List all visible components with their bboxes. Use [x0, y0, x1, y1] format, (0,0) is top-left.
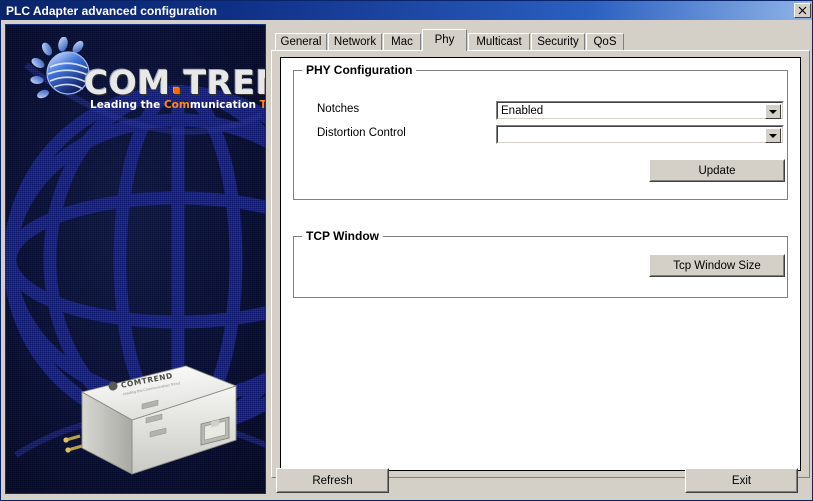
notches-value: Enabled — [501, 105, 544, 117]
tcp-window-size-button-label: Tcp Window Size — [650, 255, 784, 276]
tagline-middle: munication — [189, 99, 260, 111]
close-icon — [795, 3, 810, 18]
distortion-control-dropdown-inner — [497, 126, 783, 143]
tab-general[interactable]: General — [275, 33, 327, 51]
logo-wordmark: COM.TREND — [84, 63, 265, 102]
tagline-accent-com: Com — [163, 99, 190, 111]
branding-panel: COM.TREND Leading the Communication Tren… — [5, 24, 266, 494]
logo-tagline: Leading the Communication Trend — [90, 99, 266, 111]
distortion-control-dropdown[interactable] — [496, 125, 784, 144]
tab-strip: General Network Mac Phy Multicast Securi… — [271, 29, 810, 51]
tcp-window-size-button[interactable]: Tcp Window Size — [649, 254, 785, 277]
tagline-prefix: Leading the — [90, 99, 164, 111]
tab-page-phy: PHY Configuration Notches Enabled Distor… — [271, 50, 810, 478]
tab-network[interactable]: Network — [328, 33, 382, 51]
tagline-accent-trend: Trend — [259, 99, 266, 111]
tab-qos[interactable]: QoS — [586, 33, 624, 51]
comtrend-logo: COM.TREND Leading the Communication Tren… — [24, 33, 265, 133]
exit-button-label: Exit — [686, 469, 797, 492]
title-bar: PLC Adapter advanced configuration — [1, 1, 812, 20]
notches-label: Notches — [317, 103, 360, 115]
close-button[interactable] — [794, 3, 811, 18]
chevron-down-icon[interactable] — [765, 104, 781, 119]
tcp-window-title: TCP Window — [302, 229, 383, 243]
phy-configuration-title: PHY Configuration — [302, 63, 417, 77]
tab-mac[interactable]: Mac — [383, 33, 421, 51]
update-button-label: Update — [650, 160, 784, 181]
chevron-down-icon[interactable] — [765, 128, 781, 143]
tab-security[interactable]: Security — [531, 33, 585, 51]
plc-adapter-device-image: COMTREND Leading the Communication Trend — [63, 365, 238, 475]
notches-dropdown[interactable]: Enabled — [496, 101, 784, 120]
distortion-control-label: Distortion Control — [317, 127, 406, 139]
update-button[interactable]: Update — [649, 159, 785, 182]
exit-button[interactable]: Exit — [685, 468, 798, 493]
client-area: General Network Mac Phy Multicast Securi… — [271, 24, 810, 494]
refresh-button[interactable]: Refresh — [276, 468, 389, 493]
notches-dropdown-inner: Enabled — [497, 102, 783, 119]
refresh-button-label: Refresh — [277, 469, 388, 492]
tab-page-content: PHY Configuration Notches Enabled Distor… — [280, 57, 801, 471]
tab-multicast[interactable]: Multicast — [468, 33, 530, 51]
application-window: PLC Adapter advanced configuration COM.T… — [0, 0, 813, 501]
tcp-window-group: TCP Window Tcp Window Size — [293, 229, 788, 298]
tab-phy[interactable]: Phy — [422, 29, 467, 51]
window-title: PLC Adapter advanced configuration — [6, 3, 217, 18]
phy-configuration-group: PHY Configuration Notches Enabled Distor… — [293, 63, 788, 200]
